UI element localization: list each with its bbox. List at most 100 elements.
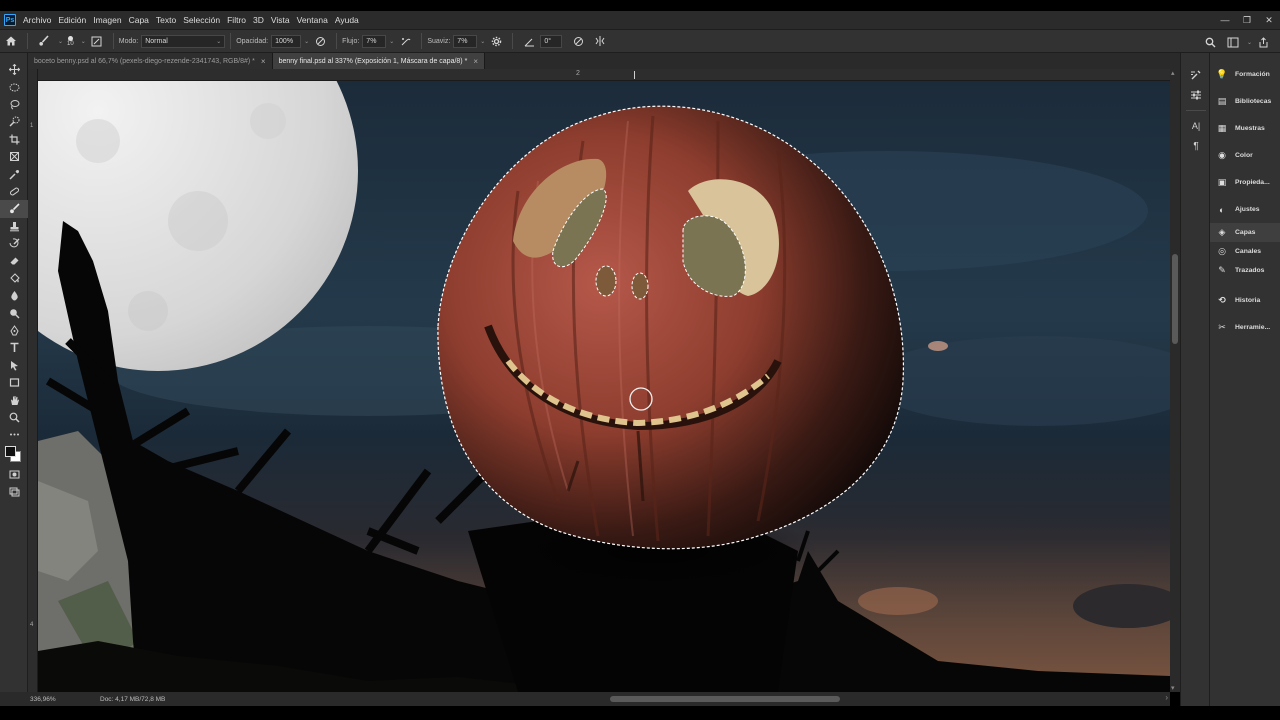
menu-texto[interactable]: Texto [156,15,176,25]
spot-heal-icon[interactable] [0,183,28,200]
restore-button[interactable]: ❐ [1236,15,1258,26]
panel-capas[interactable]: ◈ Capas [1210,223,1280,242]
eyedropper-icon[interactable] [0,165,28,182]
scrollbar-thumb[interactable] [610,696,840,702]
pen-icon[interactable] [0,322,28,339]
scrollbar-thumb[interactable] [1172,254,1178,344]
panel-ajustes[interactable]: ◐ Ajustes [1210,196,1280,223]
ruler-mark: 2 [576,70,580,77]
panel-bibliotecas[interactable]: ▤ Bibliotecas [1210,88,1280,115]
character-panel-icon[interactable]: A| [1181,116,1211,136]
menu-ayuda[interactable]: Ayuda [335,15,359,25]
close-tab-icon[interactable]: × [261,57,266,66]
path-select-icon[interactable] [0,357,28,374]
stamp-icon[interactable] [0,218,28,235]
hand-icon[interactable] [0,391,28,408]
brush-settings-icon[interactable] [89,33,105,49]
flow-field[interactable]: 7% [362,34,387,48]
menu-capa[interactable]: Capa [129,15,149,25]
symmetry-icon[interactable] [592,33,608,49]
gradient-icon[interactable] [0,270,28,287]
close-window-button[interactable]: ✕ [1258,15,1280,26]
more-icon[interactable] [0,426,28,443]
workspace-icon[interactable] [1225,34,1241,50]
panel-formacion[interactable]: 💡 Formación [1210,61,1280,88]
moon-crater [128,291,168,331]
angle-field[interactable]: 0° [540,34,563,48]
mode-select[interactable]: Normal ⌄ [141,34,226,48]
blur-icon[interactable] [0,287,28,304]
dodge-icon[interactable] [0,304,28,321]
crop-icon[interactable] [0,131,28,148]
panel-historia[interactable]: ⟲ Historia [1210,287,1280,314]
panel-color[interactable]: ◉ Color [1210,142,1280,169]
shape-icon[interactable] [0,374,28,391]
minimize-button[interactable]: — [1214,15,1236,25]
brush-tool-icon[interactable] [36,33,52,49]
brush-icon[interactable] [0,200,28,218]
menu-edicion[interactable]: Edición [58,15,86,25]
color-swatches[interactable] [0,444,27,466]
scroll-right-icon[interactable]: › [1165,693,1168,702]
vertical-scrollbar[interactable]: ▴ ▾ [1170,69,1180,692]
move-icon[interactable] [0,61,28,78]
marquee-icon[interactable] [0,78,28,95]
quick-mask-icon[interactable] [0,466,28,483]
document-size: Doc: 4,17 MB/72,8 MB [100,695,166,703]
channels-icon: ◎ [1218,246,1226,256]
tab-benny-final[interactable]: benny final.psd al 337% (Exposición 1, M… [272,53,485,69]
close-tab-icon[interactable]: × [473,57,478,66]
history-brush-icon[interactable] [0,235,28,252]
frame-icon[interactable] [0,148,28,165]
menu-imagen[interactable]: Imagen [93,15,121,25]
vertical-ruler[interactable]: 1 4 [28,69,38,692]
horizontal-ruler[interactable]: 2 [38,69,1170,81]
opacity-caret-icon[interactable]: ⌄ [304,38,309,45]
opacity-field[interactable]: 100% [271,34,302,48]
panel-herramientas[interactable]: ✂ Herramie... [1210,314,1280,341]
screen-mode-icon[interactable] [0,483,28,500]
menu-seleccion[interactable]: Selección [183,15,220,25]
smoothing-field[interactable]: 7% [453,34,478,48]
menu-vista[interactable]: Vista [271,15,290,25]
tools-panel [0,53,28,706]
tab-boceto-benny[interactable]: boceto benny.psd al 66,7% (pexels-diego-… [28,53,273,69]
home-icon[interactable] [3,33,19,49]
panel-propiedades[interactable]: ▣ Propieda... [1210,169,1280,196]
menu-3d[interactable]: 3D [253,15,264,25]
adjust-sliders-icon[interactable] [1181,85,1211,105]
panel-label: Ajustes [1235,206,1260,213]
smoothing-options-gear-icon[interactable] [488,33,504,49]
strip-grip [1181,53,1209,65]
zoom-icon[interactable] [0,409,28,426]
lasso-icon[interactable] [0,96,28,113]
panel-canales[interactable]: ◎ Canales [1210,242,1280,261]
quick-select-icon[interactable] [0,113,28,130]
scroll-up-icon[interactable]: ▴ [1171,69,1175,77]
paragraph-panel-icon[interactable]: ¶ [1181,136,1211,156]
foreground-color[interactable] [5,445,16,457]
panel-trazados[interactable]: ✎ Trazados [1210,261,1280,280]
airbrush-icon[interactable] [397,33,413,49]
tool-preset-caret-icon[interactable]: ⌄ [58,38,63,45]
menu-filtro[interactable]: Filtro [227,15,246,25]
eraser-icon[interactable] [0,252,28,269]
menu-ventana[interactable]: Ventana [297,15,328,25]
zoom-level[interactable]: 336,96% [0,696,60,703]
smoothing-caret-icon[interactable]: ⌄ [480,38,485,45]
brush-settings-panel-icon[interactable] [1181,65,1211,85]
document-canvas[interactable] [38,81,1170,692]
workspace-caret-icon[interactable]: ⌄ [1247,39,1252,46]
scroll-down-icon[interactable]: ▾ [1171,684,1175,692]
flow-caret-icon[interactable]: ⌄ [389,38,394,45]
search-icon[interactable] [1203,34,1219,50]
brush-preset-caret-icon[interactable]: ⌄ [81,38,86,45]
brush-preset-picker[interactable]: 10 [67,35,74,47]
menu-archivo[interactable]: Archivo [23,15,51,25]
type-icon[interactable] [0,339,28,356]
pressure-size-icon[interactable] [570,33,586,49]
panel-label: Muestras [1235,125,1265,132]
pressure-opacity-icon[interactable] [312,33,328,49]
share-icon[interactable] [1255,34,1271,50]
panel-muestras[interactable]: ▦ Muestras [1210,115,1280,142]
